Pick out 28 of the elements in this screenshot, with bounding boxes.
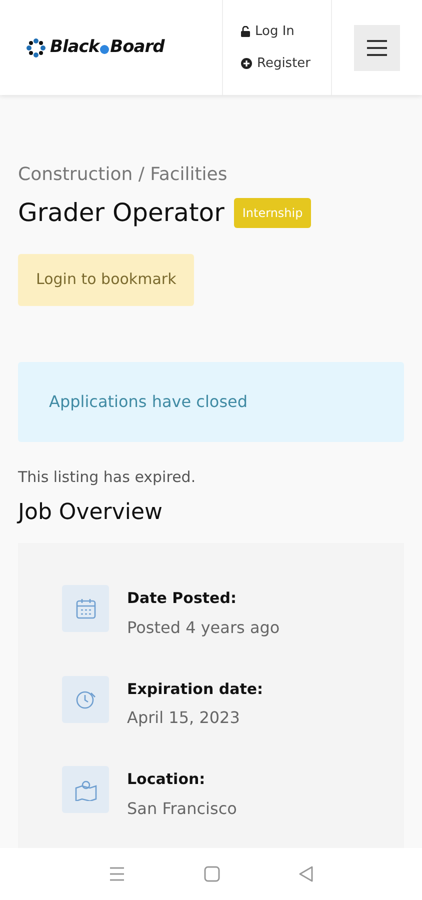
section-heading: Job Overview: [18, 499, 164, 527]
field-label: Expiration date:: [127, 678, 264, 700]
login-link[interactable]: Log In: [241, 22, 331, 42]
internship-badge: Internship: [234, 198, 311, 228]
logo-icon: [26, 38, 46, 58]
back-icon[interactable]: [298, 866, 313, 882]
home-icon[interactable]: [204, 866, 220, 882]
field-value: San Francisco: [127, 798, 237, 820]
lock-icon: [241, 26, 250, 38]
menu-icon: [366, 40, 388, 56]
expired-note: This listing has expired.: [18, 466, 197, 488]
field-label: Location:: [127, 769, 206, 790]
field-value: April 15, 2023: [127, 707, 241, 729]
map-pin-icon: [74, 778, 98, 800]
field-value: Posted 4 years ago: [127, 616, 280, 638]
bookmark-button[interactable]: Login to bookmark: [18, 254, 194, 306]
logo-text[interactable]: Black: [50, 34, 100, 60]
logo-dot-icon: [100, 45, 110, 54]
calendar-icon: [74, 598, 96, 620]
menu-button[interactable]: [354, 24, 400, 70]
closed-alert: Applications have closed: [18, 362, 404, 442]
field-label: Date Posted:: [127, 588, 238, 609]
plus-circle-icon: [241, 58, 252, 69]
register-link[interactable]: Register: [241, 54, 331, 73]
job-title: Grader Operator: [18, 197, 224, 229]
recent-apps-icon[interactable]: [109, 867, 126, 881]
logo-text[interactable]: Board: [110, 34, 164, 60]
category-text: Construction / Facilities: [18, 163, 228, 187]
